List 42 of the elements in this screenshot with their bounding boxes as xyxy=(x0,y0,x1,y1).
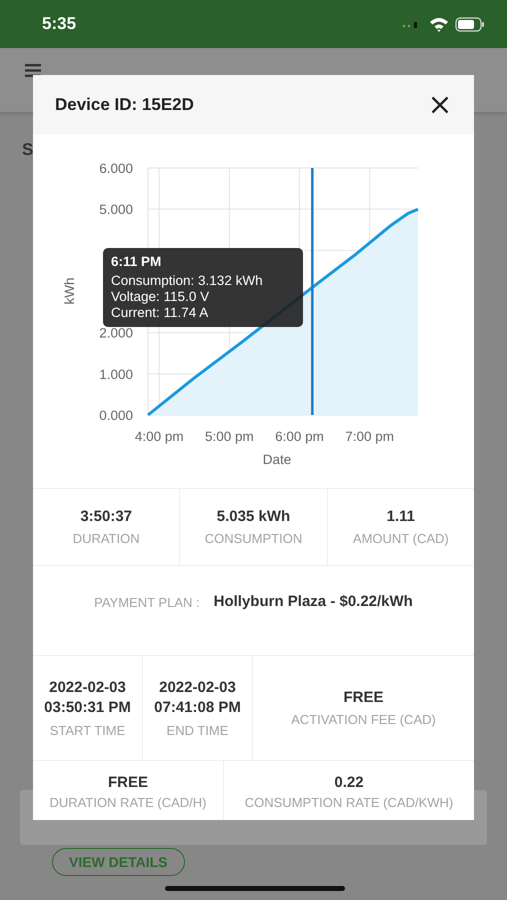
x-tick-label: 4:00 pm xyxy=(134,429,184,444)
date-value: 2022-02-03 xyxy=(49,678,126,696)
stat-value: 1.11 xyxy=(386,508,415,525)
time-value: 07:41:08 PM xyxy=(154,698,241,716)
fee-label: ACTIVATION FEE (CAD) xyxy=(291,712,436,727)
stat-label: CONSUMPTION xyxy=(204,531,302,546)
view-details-button[interactable]: VIEW DETAILS xyxy=(52,848,185,876)
y-axis-title: kWh xyxy=(62,278,77,304)
rate-value: FREE xyxy=(108,774,148,790)
stat-value: 5.035 kWh xyxy=(216,508,290,525)
close-icon[interactable] xyxy=(431,96,449,114)
tooltip-line: Current: 11.74 A xyxy=(111,305,208,321)
fee-value: FREE xyxy=(343,689,384,706)
x-tick-label: 6:00 pm xyxy=(275,429,324,444)
stat-value: 3:50:37 xyxy=(80,508,132,525)
y-tick-label: 2.000 xyxy=(99,326,133,341)
tooltip-title: 6:11 PM xyxy=(111,254,162,270)
stat-label: DURATION xyxy=(72,531,140,546)
time-label: START TIME xyxy=(50,722,126,738)
y-tick-label: 6.000 xyxy=(99,161,133,176)
battery-icon xyxy=(455,16,485,32)
payment-plan-label: PAYMENT PLAN : xyxy=(94,595,200,610)
y-tick-label: 0.000 xyxy=(99,408,133,423)
rate-value: 0.22 xyxy=(334,774,364,790)
x-axis-title: Date xyxy=(262,452,292,467)
x-tick-label: 5:00 pm xyxy=(204,429,254,444)
y-tick-label: 5.000 xyxy=(99,202,133,218)
payment-plan-value: Hollyburn Plaza - $0.22/kWh xyxy=(214,593,413,610)
x-tick-label: 7:00 pm xyxy=(345,429,394,444)
y-tick-label: 1.000 xyxy=(99,366,133,382)
page-heading: S xyxy=(22,140,34,160)
date-value: 2022-02-03 xyxy=(159,678,236,696)
time-value: 03:50:31 PM xyxy=(44,698,131,716)
tooltip-line: Consumption: 3.132 kWh xyxy=(111,273,263,289)
status-time: 5:35 xyxy=(42,14,76,34)
stat-label: AMOUNT (CAD) xyxy=(352,531,449,546)
dialog-title: Device ID: 15E2D xyxy=(55,94,194,114)
rate-label: CONSUMPTION RATE (CAD/KWH) xyxy=(244,794,454,810)
time-label: END TIME xyxy=(166,722,228,738)
wifi-icon xyxy=(429,16,449,32)
rate-label: DURATION RATE (CAD/H) xyxy=(50,794,206,810)
tooltip-line: Voltage: 115.0 V xyxy=(111,289,210,305)
